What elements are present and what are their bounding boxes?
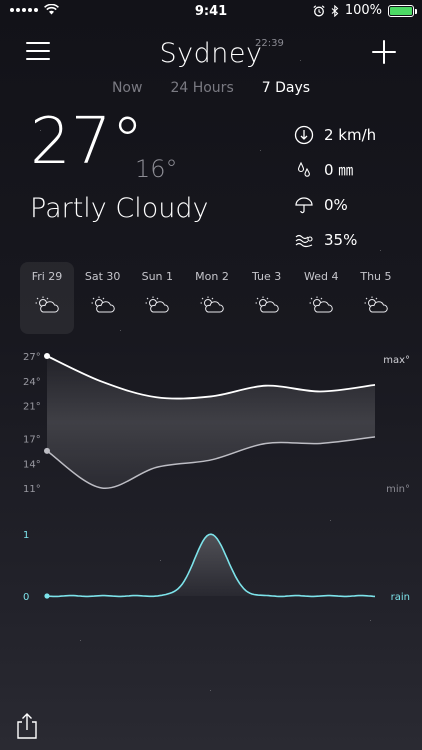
tab-now[interactable]: Now <box>112 80 143 96</box>
humidity-value: 35% <box>324 230 358 249</box>
detail-humidity: 35% <box>294 222 376 257</box>
forecast-tabs: Now 24 Hours 7 Days <box>0 80 422 96</box>
temp-axis-tick: 11° <box>23 484 41 495</box>
city-local-time: 22:39 <box>255 38 284 49</box>
partly-cloudy-icon <box>364 296 388 313</box>
share-button[interactable] <box>14 712 40 740</box>
day-fri-29[interactable]: Fri 29 <box>20 262 74 334</box>
min-temperature-point <box>44 447 50 454</box>
day-label: Mon 2 <box>195 270 229 283</box>
day-tue-3[interactable]: Tue 3 <box>241 262 293 334</box>
detail-rain-chance: 0% <box>294 187 376 222</box>
partly-cloudy-icon <box>35 296 59 313</box>
day-sat-30[interactable]: Sat 30 <box>77 262 129 334</box>
add-city-button[interactable] <box>372 40 396 64</box>
partly-cloudy-icon <box>200 296 224 313</box>
weather-condition: Partly Cloudy <box>30 193 209 224</box>
rain-area <box>47 534 375 597</box>
low-temperature: 16° <box>135 155 178 183</box>
day-label: Tue 3 <box>251 270 282 283</box>
day-mon-2[interactable]: Mon 2 <box>186 262 238 334</box>
current-temperature: 27° <box>30 105 144 179</box>
tab-7-days[interactable]: 7 Days <box>262 80 310 96</box>
wind-direction-icon <box>294 125 314 145</box>
rain-axis-tick: 0 <box>23 592 29 603</box>
rain-series-label: rain <box>391 592 410 603</box>
alarm-icon <box>313 4 325 16</box>
weather-details: 2 km/h 0 ㎜ 0% 35% <box>294 117 376 257</box>
daily-forecast: Fri 29 Sat 30 Sun 1 Mon 2 Tue 3 Wed 4 Th… <box>20 262 402 334</box>
partly-cloudy-icon <box>145 296 170 313</box>
day-thu-5[interactable]: Thu 5 <box>350 262 402 334</box>
day-wed-4[interactable]: Wed 4 <box>295 262 347 334</box>
umbrella-icon <box>294 195 314 215</box>
battery-icon <box>388 4 417 17</box>
max-temperature-point <box>44 353 50 359</box>
temperature-rain-chart: 27° 24° 21° 17° 14° 11° max° min° 1 0 rain <box>23 352 410 603</box>
temp-axis-tick: 21° <box>23 402 41 413</box>
temp-axis-tick: 24° <box>23 377 41 388</box>
humidity-icon <box>294 230 314 250</box>
battery-percent: 100% <box>344 3 382 18</box>
precipitation-amount: 0 ㎜ <box>324 161 354 179</box>
raindrops-icon <box>294 160 314 180</box>
partly-cloudy-icon <box>91 296 115 313</box>
temperature-range-band <box>47 356 375 489</box>
city-name[interactable]: Sydney <box>0 38 422 69</box>
day-label: Fri 29 <box>31 270 63 283</box>
partly-cloudy-icon <box>309 296 334 313</box>
day-label: Thu 5 <box>360 270 392 283</box>
share-icon <box>17 713 37 739</box>
min-series-label: min° <box>386 484 410 495</box>
rain-axis-tick: 1 <box>23 530 29 541</box>
rain-point <box>44 593 50 599</box>
weather-app: 9:41 100% Sydney 22:39 Now 24 Hours 7 Da… <box>0 0 422 750</box>
status-bar: 9:41 100% <box>0 0 422 24</box>
battery-fill <box>390 6 412 15</box>
detail-wind: 2 km/h <box>294 117 376 152</box>
temp-axis-tick: 17° <box>23 435 41 446</box>
temp-axis-tick: 27° <box>23 352 41 363</box>
tab-24-hours[interactable]: 24 Hours <box>170 80 233 96</box>
day-label: Sat 30 <box>84 270 121 283</box>
detail-precipitation: 0 ㎜ <box>294 152 376 187</box>
wind-speed: 2 km/h <box>324 125 377 144</box>
partly-cloudy-icon <box>255 296 279 313</box>
day-sun-1[interactable]: Sun 1 <box>131 262 183 334</box>
day-label: Wed 4 <box>304 270 339 283</box>
max-series-label: max° <box>383 355 410 366</box>
day-label: Sun 1 <box>141 270 174 283</box>
temp-axis-tick: 14° <box>23 459 41 470</box>
rain-chance: 0% <box>324 195 348 214</box>
bluetooth-icon <box>331 4 339 17</box>
